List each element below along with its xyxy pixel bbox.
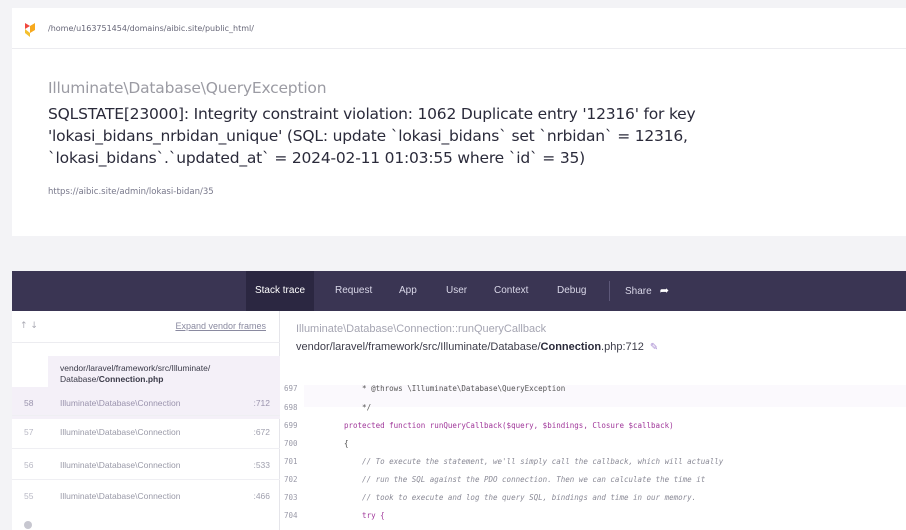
tab-request[interactable]: Request [335,271,372,311]
frame-number: 57 [24,427,34,437]
stack-frame-row[interactable]: 56 Illuminate\Database\Connection :533 [12,448,280,480]
code-panel: Illuminate\Database\Connection::runQuery… [280,311,906,530]
tab-context[interactable]: Context [494,271,528,311]
vendor-frames-dot-icon [24,521,32,529]
share-label: Share [625,286,652,297]
frame-file-dir: vendor/laravel/framework/src/Illuminate/… [296,341,541,353]
active-frame-dir: vendor/laravel/framework/src/Illuminate/ [60,363,211,373]
frame-file-ext-line: .php:712 [601,341,644,353]
line-number: 698 [284,403,298,412]
stack-trace-panel: ↑ ↓ Expand vendor frames vendor/laravel/… [12,311,280,530]
ignition-logo-icon [25,23,35,37]
tab-bar: Stack trace Request App User Context Deb… [12,271,906,311]
tab-debug[interactable]: Debug [557,271,586,311]
exception-message-line: 'lokasi_bidans_nrbidan_unique' (SQL: upd… [48,127,688,145]
line-number: 701 [284,457,298,466]
sort-arrows-icon[interactable]: ↑ ↓ [20,321,38,331]
stack-frame-row[interactable]: 55 Illuminate\Database\Connection :466 [12,479,280,511]
exception-message-line: `lokasi_bidans`.`updated_at` = 2024-02-1… [48,149,585,167]
code-line: */ [344,403,372,412]
active-frame-filename: Connection.php [98,374,164,384]
path-bar: /home/u163751454/domains/aibic.site/publ… [12,8,906,48]
frame-line: :533 [253,460,270,470]
expand-vendor-frames-button[interactable]: Expand vendor frames [175,321,266,331]
stack-frame-row[interactable]: 57 Illuminate\Database\Connection :672 [12,415,280,447]
frame-method: Illuminate\Database\Connection::runQuery… [296,323,547,335]
frame-class: Illuminate\Database\Connection [60,491,181,501]
frame-file-name: Connection [540,341,602,353]
code-line: protected function runQueryCallback($que… [344,421,674,430]
tab-user[interactable]: User [446,271,467,311]
frame-class: Illuminate\Database\Connection [60,398,181,408]
exception-card: Illuminate\Database\QueryException SQLST… [12,48,906,236]
code-line: { [344,439,349,448]
frame-class: Illuminate\Database\Connection [60,460,181,470]
exception-message: SQLSTATE[23000]: Integrity constraint vi… [48,103,868,169]
line-number: 702 [284,475,298,484]
code-line: // To execute the statement, we'll simpl… [344,457,724,466]
code-line: * @throws \Illuminate\Database\QueryExce… [344,384,566,393]
tab-stack-trace[interactable]: Stack trace [246,271,314,311]
stack-header: ↑ ↓ Expand vendor frames [12,311,280,343]
frame-number: 55 [24,491,34,501]
frame-file-path[interactable]: vendor/laravel/framework/src/Illuminate/… [296,341,658,353]
line-number: 704 [284,511,298,520]
file-path: /home/u163751454/domains/aibic.site/publ… [48,24,254,33]
request-url[interactable]: https://aibic.site/admin/lokasi-bidan/35 [48,187,214,197]
frame-number: 56 [24,460,34,470]
line-number: 703 [284,493,298,502]
code-line: // took to execute and log the query SQL… [344,493,697,502]
active-frame-subdir: Database/ [60,374,99,384]
line-number: 700 [284,439,298,448]
line-number: 699 [284,421,298,430]
frame-line: :466 [253,491,270,501]
tab-app[interactable]: App [399,271,417,311]
active-frame-file-line: Database/Connection.php [60,374,260,385]
frame-number: 58 [24,398,34,408]
exception-message-line: SQLSTATE[23000]: Integrity constraint vi… [48,105,696,123]
code-line: // run the SQL against the PDO connectio… [344,475,706,484]
pencil-edit-icon[interactable]: ✎ [650,342,658,353]
share-arrow-icon: ➦ [659,285,669,297]
frame-class: Illuminate\Database\Connection [60,427,181,437]
frame-line: :712 [253,398,270,408]
frame-line: :672 [253,427,270,437]
tab-share[interactable]: Share ➦ [625,271,669,311]
active-frame-file[interactable]: vendor/laravel/framework/src/Illuminate/… [60,363,260,385]
tab-separator [609,281,610,301]
code-line: try { [344,511,385,520]
line-number: 697 [284,384,298,393]
exception-class: Illuminate\Database\QueryException [48,79,327,97]
